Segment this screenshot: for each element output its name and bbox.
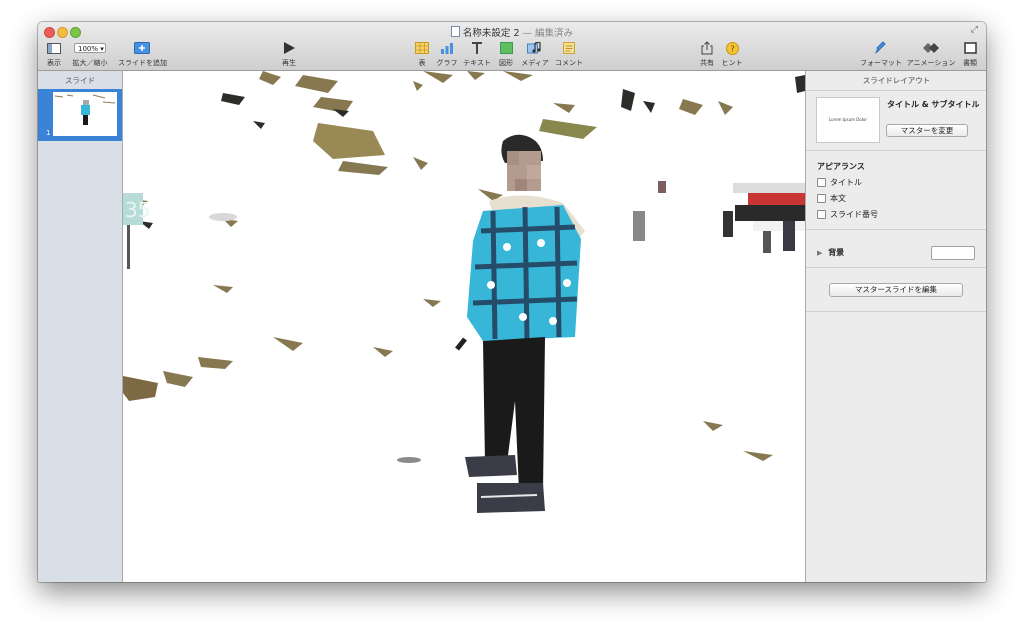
edit-master-slide-button[interactable]: マスタースライドを編集 bbox=[829, 283, 963, 297]
background-color-well[interactable] bbox=[931, 246, 975, 260]
document-inspector-icon bbox=[963, 42, 977, 54]
slide-number: 1 bbox=[46, 129, 51, 137]
paintbrush-icon bbox=[875, 41, 886, 54]
shape-icon bbox=[499, 42, 513, 54]
comment-button[interactable]: コメント bbox=[554, 40, 584, 68]
window-title: 名称未設定 2 — 編集済み bbox=[38, 25, 986, 39]
animate-button[interactable]: アニメーション bbox=[906, 40, 956, 68]
thumbnail-photo bbox=[53, 92, 117, 136]
toolbar: ⤢ 名称未設定 2 — 編集済み 表示 100% ▾ 拡大／縮小 スライドを追加… bbox=[38, 22, 986, 71]
comment-icon bbox=[563, 42, 575, 54]
tips-button[interactable]: ? ヒント bbox=[721, 40, 743, 68]
inspector-panel: スライドレイアウト Lorem Ipsum Dolor タイトル & サブタイト… bbox=[805, 71, 986, 582]
help-icon: ? bbox=[725, 41, 739, 55]
chart-button[interactable]: グラフ bbox=[434, 40, 460, 68]
sidebar-view-icon bbox=[47, 42, 61, 54]
play-icon bbox=[284, 42, 295, 54]
svg-text:?: ? bbox=[730, 44, 734, 53]
chart-icon bbox=[441, 43, 453, 54]
edited-status: — 編集済み bbox=[522, 28, 574, 39]
body-checkbox[interactable]: 本文 bbox=[817, 193, 846, 204]
shape-button[interactable]: 図形 bbox=[496, 40, 516, 68]
media-button[interactable]: メディア bbox=[520, 40, 550, 68]
slide-thumbnail-image bbox=[53, 92, 117, 136]
slide-navigator: スライド 1 bbox=[38, 71, 123, 582]
add-slide-button[interactable]: スライドを追加 bbox=[118, 40, 167, 68]
play-button[interactable]: 再生 bbox=[278, 40, 300, 68]
format-button[interactable]: フォーマット bbox=[860, 40, 902, 68]
layout-thumbnail-text: Lorem Ipsum Dolor bbox=[828, 117, 868, 122]
divider bbox=[806, 150, 986, 151]
divider bbox=[806, 229, 986, 230]
slide-canvas[interactable]: 35 bbox=[123, 71, 805, 582]
layout-name: タイトル & サブタイトル bbox=[887, 100, 980, 109]
document-name: 名称未設定 2 bbox=[462, 28, 520, 39]
divider bbox=[806, 267, 986, 268]
text-button[interactable]: テキスト bbox=[462, 40, 492, 68]
table-button[interactable]: 表 bbox=[412, 40, 432, 68]
checkbox-box[interactable] bbox=[817, 210, 826, 219]
disclosure-triangle-icon[interactable]: ▶ bbox=[817, 249, 822, 257]
slide-number-checkbox[interactable]: スライド番号 bbox=[817, 209, 878, 220]
inspector-header: スライドレイアウト bbox=[806, 71, 986, 91]
view-button[interactable]: 表示 bbox=[44, 40, 64, 68]
title-checkbox[interactable]: タイトル bbox=[817, 177, 862, 188]
slide-photo: 35 bbox=[123, 71, 805, 582]
layout-thumbnail[interactable]: Lorem Ipsum Dolor bbox=[816, 97, 880, 143]
checkbox-box[interactable] bbox=[817, 194, 826, 203]
sign-number: 35 bbox=[125, 198, 150, 222]
share-icon bbox=[701, 41, 713, 55]
divider bbox=[806, 311, 986, 312]
document-icon bbox=[450, 26, 460, 37]
media-icon bbox=[527, 42, 541, 54]
change-master-button[interactable]: マスターを変更 bbox=[886, 124, 968, 137]
zoom-control[interactable]: 100% ▾ 拡大／縮小 bbox=[70, 40, 110, 68]
text-icon bbox=[472, 42, 482, 54]
checkbox-box[interactable] bbox=[817, 178, 826, 187]
zoom-select[interactable]: 100% ▾ bbox=[74, 43, 106, 53]
animation-diamond-icon bbox=[923, 43, 939, 53]
table-icon bbox=[415, 42, 429, 54]
share-button[interactable]: 共有 bbox=[697, 40, 717, 68]
navigator-header: スライド bbox=[65, 76, 95, 85]
appearance-title: アピアランス bbox=[817, 162, 865, 171]
keynote-window: ⤢ 名称未設定 2 — 編集済み 表示 100% ▾ 拡大／縮小 スライドを追加… bbox=[38, 22, 986, 582]
background-disclosure[interactable]: ▶ 背景 bbox=[817, 247, 844, 258]
add-slide-icon bbox=[134, 42, 150, 54]
slide-thumbnail-selected[interactable]: 1 bbox=[38, 89, 122, 141]
document-button[interactable]: 書類 bbox=[960, 40, 980, 68]
